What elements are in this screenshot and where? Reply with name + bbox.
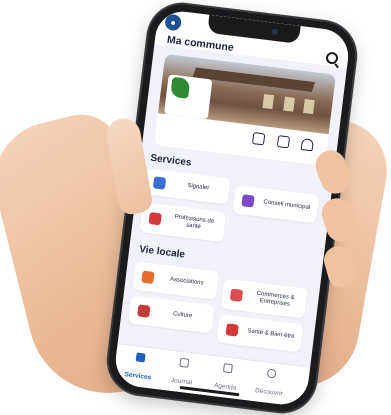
- compass-icon: [266, 368, 277, 379]
- people-icon: [241, 194, 255, 208]
- heart-icon: [225, 323, 239, 337]
- vie-sante-bien-etre[interactable]: Santé & Bien-être: [216, 314, 304, 353]
- nav-services[interactable]: Services: [115, 350, 162, 385]
- service-conseil-municipal[interactable]: Conseil municipal: [232, 185, 320, 224]
- service-signaler[interactable]: Signaler: [144, 168, 231, 205]
- phone-icon[interactable]: [276, 135, 290, 149]
- vie-locale-title: Vie locale: [138, 244, 186, 261]
- banner-actions: [243, 130, 314, 156]
- services-title: Services: [149, 152, 192, 169]
- bell-icon[interactable]: [300, 138, 314, 152]
- health-cross-icon: [148, 212, 162, 226]
- nav-decouvrir[interactable]: Découvrir: [246, 366, 293, 401]
- vie-commerces-entreprises[interactable]: Commerces & Entreprises: [220, 278, 308, 319]
- logo-mark: [170, 76, 191, 99]
- scene: ● Ma commune Services Signaler Conseil m…: [0, 0, 391, 415]
- camera: [271, 28, 279, 36]
- group-icon: [141, 270, 155, 284]
- vie-associations[interactable]: Associations: [132, 261, 220, 300]
- newspaper-icon: [178, 357, 189, 368]
- cone-icon: [152, 176, 167, 190]
- bottom-nav: Services Journal Agenda Découvrir: [112, 343, 311, 408]
- grid-icon: [135, 352, 146, 363]
- commune-banner: [154, 53, 337, 166]
- shop-icon: [229, 288, 244, 302]
- home-icon[interactable]: [252, 132, 266, 146]
- calendar-icon: [222, 363, 233, 374]
- search-icon[interactable]: [325, 51, 339, 65]
- commune-logo: [163, 74, 213, 120]
- profile-icon[interactable]: ●: [164, 13, 183, 32]
- service-professions-sante[interactable]: Professions de santé: [139, 202, 227, 243]
- vie-culture[interactable]: Culture: [128, 295, 215, 334]
- culture-icon: [137, 304, 151, 318]
